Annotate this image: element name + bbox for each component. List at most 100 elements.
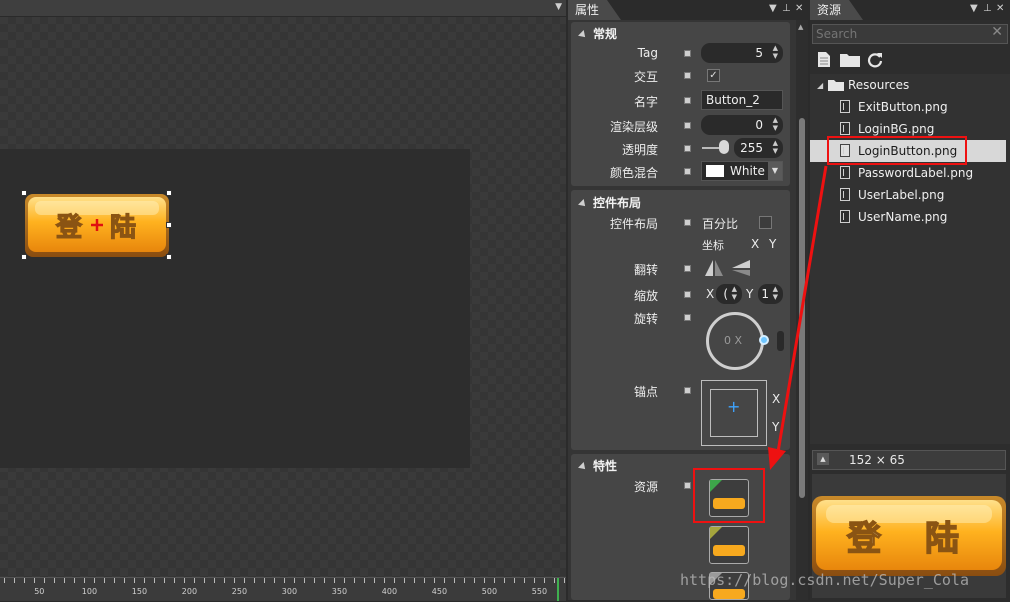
interact-checkbox[interactable]: ✓ (707, 69, 720, 82)
property-lock-icon[interactable] (684, 97, 691, 104)
dropdown-icon[interactable]: ▼ (769, 3, 777, 14)
resize-handle[interactable] (166, 190, 172, 196)
property-lock-icon[interactable] (684, 122, 691, 129)
ruler-tick (114, 578, 115, 583)
file-icon (840, 188, 850, 201)
tree-file-item[interactable]: UserLabel.png (810, 184, 1006, 206)
property-lock-icon[interactable] (684, 387, 691, 394)
search-input[interactable] (812, 24, 1008, 44)
refresh-icon[interactable] (867, 51, 883, 68)
blend-color-select[interactable]: White ▼ (701, 161, 783, 181)
section-title[interactable]: 特性 (578, 457, 618, 474)
pin-icon[interactable]: ⊥ (782, 3, 791, 14)
new-file-icon[interactable] (816, 51, 832, 68)
login-button-widget[interactable]: 登 陆 (25, 194, 169, 257)
stepper-arrows-icon[interactable]: ▲ ▼ (773, 285, 778, 301)
resources-tab[interactable]: 资源 (810, 0, 863, 20)
ruler-label: 150 (131, 587, 148, 596)
open-folder-icon[interactable] (839, 51, 861, 68)
ruler-tick (324, 578, 325, 583)
properties-scrollbar[interactable]: ▲ (796, 20, 808, 600)
property-lock-icon[interactable] (684, 291, 691, 298)
ruler-tick (464, 578, 465, 583)
collapse-triangle-icon[interactable] (578, 29, 588, 40)
property-lock-icon[interactable] (684, 72, 691, 79)
ruler-tick (94, 578, 95, 583)
collapse-up-icon[interactable]: ▲ (817, 453, 829, 465)
opacity-value: 255 (740, 141, 763, 155)
flip-horizontal-icon[interactable] (704, 259, 724, 277)
close-icon[interactable]: ✕ (996, 3, 1004, 14)
ruler-tick (264, 578, 265, 583)
expand-triangle-icon[interactable]: ◢ (817, 81, 823, 90)
tag-stepper[interactable]: 5 ▲ ▼ (701, 43, 783, 63)
pressed-state-thumbnail[interactable] (709, 526, 749, 564)
clear-search-icon[interactable]: ✕ (991, 24, 1003, 40)
property-lock-icon[interactable] (684, 168, 691, 175)
ruler-tick (254, 578, 255, 583)
resize-handle[interactable] (21, 254, 27, 260)
tree-file-item[interactable]: PasswordLabel.png (810, 162, 1006, 184)
flip-vertical-icon[interactable] (731, 259, 751, 277)
image-size-label: 152 × 65 (849, 453, 905, 467)
ruler-tick (134, 578, 135, 583)
property-lock-icon[interactable] (684, 219, 691, 226)
property-lock-icon[interactable] (684, 482, 691, 489)
tag-value: 5 (755, 46, 763, 60)
blend-value: White (730, 164, 765, 178)
property-lock-icon[interactable] (684, 265, 691, 272)
stepper-arrows-icon[interactable]: ▲ ▼ (773, 139, 778, 155)
collapse-icon[interactable]: ▼ (555, 2, 562, 12)
ruler-tick (374, 578, 375, 583)
ruler-tick (124, 578, 125, 583)
stepper-arrows-icon[interactable]: ▲ ▼ (732, 285, 737, 301)
properties-panel: 属性 ▼ ⊥ ✕ 常规 Tag 5 ▲ ▼ 交互 ✓ 名字 Button_2 渲染层… (568, 0, 808, 600)
name-field[interactable]: Button_2 (701, 90, 783, 110)
dropdown-icon[interactable]: ▼ (970, 3, 978, 14)
rotation-dial[interactable]: 0 X (706, 312, 764, 370)
pin-icon[interactable]: ⊥ (983, 3, 992, 14)
properties-tab[interactable]: 属性 (568, 0, 621, 20)
chevron-down-icon[interactable]: ▼ (768, 162, 782, 180)
design-canvas[interactable]: ▼ 登 陆 50 100 150 200 250 300 350 400 450 500 550 (0, 0, 566, 601)
properties-header: 属性 ▼ ⊥ ✕ (568, 0, 808, 20)
ruler-tick (234, 578, 235, 583)
resource-label: 资源 (633, 480, 658, 494)
opacity-stepper[interactable]: 255 ▲ ▼ (734, 138, 783, 158)
tree-file-item[interactable]: ExitButton.png (810, 96, 1006, 118)
property-lock-icon[interactable] (684, 314, 691, 321)
collapse-triangle-icon[interactable] (578, 198, 588, 209)
tree-file-item[interactable]: UserName.png (810, 206, 1006, 228)
resize-handle[interactable] (166, 254, 172, 260)
scale-x-stepper[interactable]: (▲ ▼ (716, 284, 742, 304)
anchor-picker[interactable]: + (701, 380, 767, 446)
anchor-y-label: Y (772, 420, 780, 434)
rotation-handle[interactable] (759, 335, 769, 345)
flip-label: 翻转 (633, 263, 658, 277)
rotation-stepper[interactable] (777, 331, 784, 351)
scrollbar-thumb[interactable] (799, 118, 805, 498)
ruler-tick (354, 578, 355, 583)
ruler-tick (84, 578, 85, 583)
ruler-label: 200 (181, 587, 198, 596)
percent-checkbox[interactable] (759, 216, 772, 229)
stepper-arrows-icon[interactable]: ▲ ▼ (773, 44, 778, 60)
zorder-stepper[interactable]: 0 ▲ ▼ (701, 115, 783, 135)
close-icon[interactable]: ✕ (795, 3, 803, 14)
section-title[interactable]: 控件布局 (578, 194, 641, 211)
scale-x-label: X (706, 287, 715, 301)
scale-y-stepper[interactable]: 1 ▲ ▼ (758, 284, 783, 304)
stepper-arrows-icon[interactable]: ▲ ▼ (773, 116, 778, 132)
ruler-tick (14, 578, 15, 583)
layout-label: 控件布局 (609, 217, 658, 231)
scroll-up-icon[interactable]: ▲ (798, 23, 803, 31)
section-title[interactable]: 常规 (578, 25, 617, 42)
resize-handle[interactable] (21, 190, 27, 196)
opacity-slider-thumb[interactable] (719, 140, 729, 154)
tree-folder-resources[interactable]: ◢ Resources (810, 74, 1006, 96)
property-lock-icon[interactable] (684, 145, 691, 152)
collapse-triangle-icon[interactable] (578, 461, 588, 472)
features-title: 特性 (593, 459, 618, 473)
resize-handle[interactable] (166, 222, 172, 228)
property-lock-icon[interactable] (684, 50, 691, 57)
